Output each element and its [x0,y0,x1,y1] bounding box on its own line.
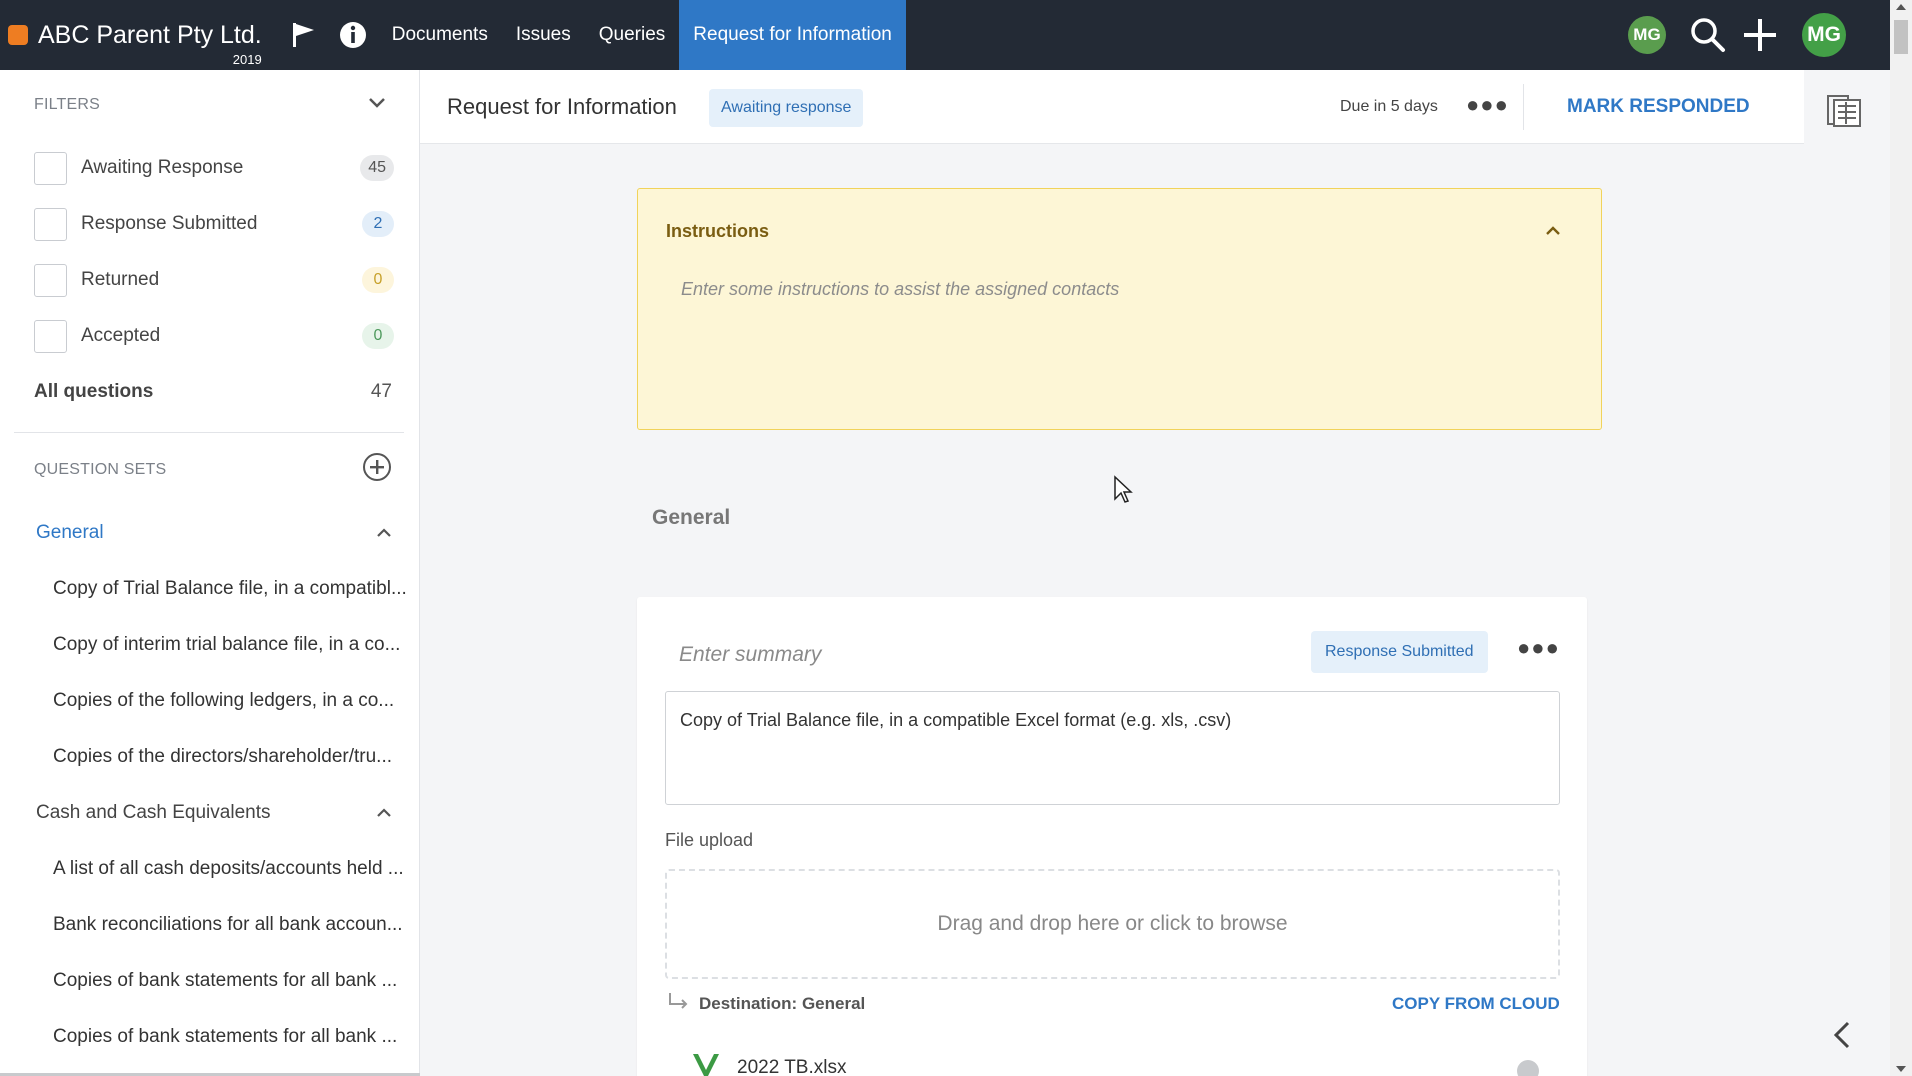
file-name: 2022 TB.xlsx [737,1057,847,1076]
topbar-actions: MG MG [1628,0,1890,70]
question-item[interactable]: Bank reconciliations for all bank accoun… [53,914,408,936]
filter-count-badge: 2 [362,211,394,237]
rfi-header: Request for Information Awaiting respons… [420,70,1804,144]
all-questions-count: 47 [370,381,392,402]
filter-response-submitted[interactable]: Response Submitted 2 [34,206,394,242]
uploaded-file[interactable]: 2022 TB.xlsx [691,1052,846,1076]
destination-label: Destination: General [699,993,866,1013]
corner-arrow-icon [667,992,689,1015]
company-color-indicator [8,25,28,45]
dropzone-text: Drag and drop here or click to browse [937,912,1288,935]
company-name: ABC Parent Pty Ltd. [38,20,262,49]
section-title: General [652,506,731,529]
more-options-icon[interactable]: ●●● [1466,92,1509,118]
filter-checkbox[interactable] [34,207,67,241]
due-date: Due in 5 days [1340,98,1438,115]
add-icon[interactable] [1741,13,1779,57]
question-card: Enter summary Response Submitted ●●● Cop… [637,597,1587,1076]
remove-file-icon[interactable] [1517,1060,1539,1076]
search-icon[interactable] [1689,13,1727,57]
chevron-up-icon[interactable] [376,522,392,544]
info-icon[interactable] [328,0,378,70]
user-avatar-small[interactable]: MG [1628,16,1666,54]
question-group-label: Cash and Cash Equivalents [36,802,271,823]
nav-documents[interactable]: Documents [378,0,502,70]
question-group-cash[interactable]: Cash and Cash Equivalents [36,802,392,824]
filter-returned[interactable]: Returned 0 [34,262,394,298]
nav-request-for-information[interactable]: Request for Information [679,0,906,70]
filter-label: Accepted [81,325,161,346]
mark-responded-button[interactable]: MARK RESPONDED [1567,96,1750,118]
nav-issues[interactable]: Issues [502,0,585,70]
sidebar: FILTERS Awaiting Response 45 Response Su… [0,70,420,1076]
scroll-down-arrow[interactable] [1896,1066,1906,1072]
destination-folder: Destination: General [667,992,865,1015]
question-item[interactable]: Copy of Trial Balance file, in a compati… [53,578,408,600]
filter-count-badge: 45 [360,155,394,181]
file-dropzone[interactable]: Drag and drop here or click to browse [665,869,1560,979]
question-sets-header: QUESTION SETS [34,452,392,487]
company-selector[interactable]: ABC Parent Pty Ltd. 2019 [0,0,262,70]
header-divider [1523,84,1524,130]
instructions-input[interactable]: Enter some instructions to assist the as… [681,279,1119,300]
question-item[interactable]: Copies of the following ledgers, in a co… [53,690,408,712]
filter-count-badge: 0 [362,267,394,293]
question-status-badge: Response Submitted [1311,631,1488,673]
status-badge: Awaiting response [709,89,864,127]
company-year: 2019 [232,52,262,67]
question-item[interactable]: Copies of bank statements for all bank .… [53,970,408,992]
chevron-left-icon[interactable] [1832,1020,1852,1055]
filter-count-badge: 0 [362,323,394,349]
filter-label: Response Submitted [81,213,258,234]
all-questions-label: All questions [34,381,154,402]
filter-checkbox[interactable] [34,151,67,185]
page-title: Request for Information [447,94,677,119]
question-item[interactable]: Copies of bank statements for all bank .… [53,1026,408,1048]
scrollbar-thumb[interactable] [1894,20,1908,54]
question-item[interactable]: Copies of the directors/shareholder/tru.… [53,746,408,768]
question-more-options-icon[interactable]: ●●● [1517,635,1560,661]
mouse-cursor-icon [1113,475,1133,510]
instructions-title: Instructions [666,221,770,241]
copy-from-cloud-button[interactable]: COPY FROM CLOUD [1392,994,1560,1014]
scroll-up-arrow[interactable] [1896,4,1906,10]
filters-label: FILTERS [34,96,101,113]
filter-awaiting-response[interactable]: Awaiting Response 45 [34,150,394,186]
top-navigation-bar: ABC Parent Pty Ltd. 2019 Documents Issue… [0,0,1890,70]
question-sets-label: QUESTION SETS [34,460,167,478]
chevron-down-icon[interactable] [368,96,386,114]
excel-file-icon [691,1052,721,1076]
chevron-up-icon[interactable] [376,802,392,824]
instructions-panel: Instructions Enter some instructions to … [637,188,1602,430]
question-text-field[interactable]: Copy of Trial Balance file, in a compati… [665,691,1560,805]
filters-header[interactable]: FILTERS [34,96,386,114]
filter-checkbox[interactable] [34,263,67,297]
vertical-scrollbar[interactable] [1890,0,1912,1076]
filter-label: Returned [81,269,160,290]
add-question-set-icon[interactable] [362,452,392,487]
summary-input[interactable]: Enter summary [679,643,821,667]
question-item[interactable]: A list of all cash deposits/accounts hel… [53,858,408,880]
filter-accepted[interactable]: Accepted 0 [34,318,394,354]
question-group-general[interactable]: General [36,522,392,544]
question-item[interactable]: Copy of interim trial balance file, in a… [53,634,408,656]
flag-icon[interactable] [278,0,328,70]
sidebar-divider [14,432,404,433]
nav-queries[interactable]: Queries [585,0,680,70]
filter-checkbox[interactable] [34,319,67,353]
chevron-up-icon[interactable] [1545,223,1561,241]
file-upload-label: File upload [665,830,754,850]
filter-label: Awaiting Response [81,157,244,178]
question-group-label: General [36,522,104,543]
all-questions-filter[interactable]: All questions 47 [34,381,392,403]
panel-toggle-icon[interactable] [1826,92,1862,133]
user-avatar[interactable]: MG [1802,13,1846,57]
